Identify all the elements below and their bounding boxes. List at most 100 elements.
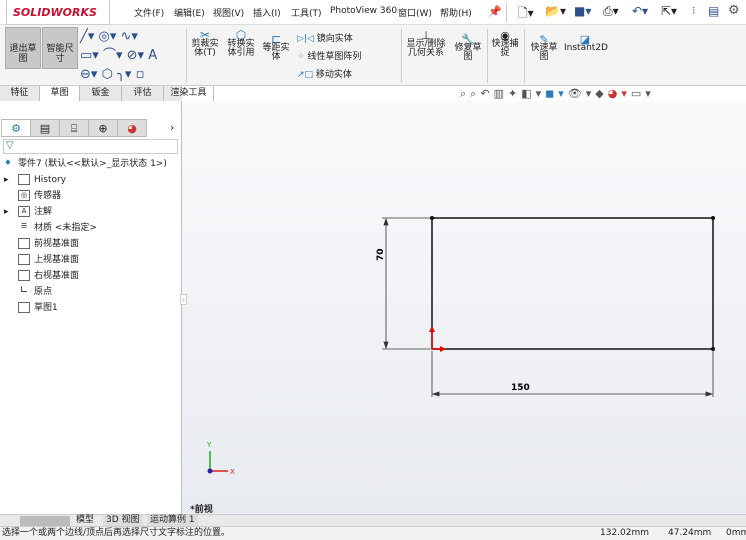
expand-arrow-icon[interactable]: ▸ [4, 204, 18, 220]
tree-item-sensors[interactable]: ◎ 传感器 [18, 188, 61, 204]
arc-icon[interactable]: ⌒▾ [103, 48, 123, 63]
sketch-vertices [430, 216, 715, 351]
height-dimension-text[interactable]: 70 [376, 248, 386, 261]
menu-tools[interactable]: 工具(T) [291, 6, 322, 19]
instant2d-button[interactable]: ◪ Instant2D [564, 34, 608, 53]
feature-tree-tab-icon[interactable]: ⚙ [1, 119, 31, 137]
tab-sketch[interactable]: 草图 [40, 86, 80, 101]
pin-icon[interactable]: 📌 [488, 5, 502, 18]
menu-file[interactable]: 文件(F) [134, 6, 164, 19]
tree-item-right-plane[interactable]: 右视基准面 [18, 268, 79, 284]
menu-view[interactable]: 视图(V) [213, 6, 244, 19]
tab-scroll-arrows[interactable] [20, 516, 70, 526]
edit-appearance-icon[interactable]: ◆ [595, 87, 607, 100]
smart-dimension-button[interactable]: 智能尺寸 [42, 27, 78, 69]
plane-icon [18, 270, 30, 281]
convert-label: 转换实体引用 [227, 39, 255, 58]
fillet-icon[interactable]: ╮▾ [117, 67, 131, 82]
property-manager-tab-icon[interactable]: ▤ [30, 119, 60, 137]
tree-item-front-plane[interactable]: 前视基准面 [18, 236, 79, 252]
divider [524, 29, 525, 83]
show-delete-relations-button[interactable]: ⊥ 显示/删除几何关系 [404, 30, 448, 58]
select-icon[interactable]: ⇱▾ [661, 4, 677, 18]
text-icon[interactable]: A [148, 48, 157, 63]
tab-features[interactable]: 特征 [0, 86, 40, 101]
circle-icon[interactable]: ◎▾ [99, 29, 117, 44]
width-dimension-text[interactable]: 150 [511, 383, 530, 393]
mirror-button[interactable]: ▷|◁ 镜向实体 [297, 30, 361, 48]
previous-view-icon[interactable]: ↶ [480, 87, 493, 100]
undo-icon[interactable]: ↶▾ [632, 4, 648, 18]
tab-evaluate[interactable]: 评估 [122, 86, 164, 101]
gear-icon[interactable]: ⚙ [728, 3, 740, 18]
tab-motion-study[interactable]: 运动算例 1 [147, 515, 198, 526]
scene-icon[interactable]: ◕▾ [608, 87, 631, 100]
repair-sketch-button[interactable]: 🔧 修复草图 [452, 34, 484, 62]
pattern-icon: ⁘ [297, 52, 305, 62]
tree-label: 上视基准面 [34, 255, 80, 265]
dimxpert-tab-icon[interactable]: ⊕ [88, 119, 118, 137]
hide-show-icon[interactable]: 👁▾ [568, 87, 596, 100]
tree-label: 传感器 [34, 191, 62, 201]
quick-snap-button[interactable]: ◉ 快速捕捉 [490, 30, 520, 58]
configuration-tab-icon[interactable]: ⌸ [59, 119, 89, 137]
move-button[interactable]: ↗□ 移动实体 [297, 66, 361, 84]
offset-entities-button[interactable]: ⊏ 等距实体 [260, 33, 292, 62]
print-icon[interactable]: ⎙▾ [603, 4, 619, 19]
menu-help[interactable]: 帮助(H) [440, 6, 472, 19]
tree-item-material[interactable]: ☰ 材质 <未指定> [18, 220, 97, 236]
ellipse-icon[interactable]: ⊘▾ [127, 48, 144, 63]
menu-insert[interactable]: 插入(I) [253, 6, 281, 19]
display-style-icon[interactable]: ◼▾ [545, 87, 568, 100]
view-settings-icon[interactable]: ▭▾ [631, 87, 655, 100]
tree-root[interactable]: ◆ 零件7 (默认<<默认>_显示状态 1>) [2, 156, 167, 172]
filter-input[interactable]: ▽ [3, 139, 178, 154]
open-icon[interactable]: 📂▾ [545, 4, 566, 18]
exit-sketch-button[interactable]: 退出草图 [5, 27, 41, 69]
slot-icon[interactable]: ⊖▾ [80, 67, 97, 82]
trim-button[interactable]: ✂ 剪裁实体(T) [190, 29, 220, 58]
save-icon[interactable]: ■▾ [574, 4, 591, 18]
point-icon[interactable]: ▫ [136, 67, 145, 82]
linear-pattern-button[interactable]: ⁘ 线性草图阵列 [297, 48, 361, 66]
tree-item-annotations[interactable]: ▸ A 注解 [4, 204, 52, 220]
tab-3d-view[interactable]: 3D 视图 [103, 515, 143, 526]
menu-window[interactable]: 窗口(W) [398, 6, 432, 19]
panel-collapse-handle[interactable]: › [180, 294, 188, 305]
tab-render-tools[interactable]: 渲染工具 [164, 86, 214, 101]
repair-label: 修复草图 [454, 43, 482, 62]
section-view-icon[interactable]: ▥ [494, 87, 508, 100]
menu-edit[interactable]: 编辑(E) [174, 6, 205, 19]
zoom-fit-icon[interactable]: ⌕ [460, 87, 470, 100]
chevron-right-icon[interactable]: › [170, 121, 174, 134]
convert-entities-button[interactable]: ⬡ 转换实体引用 [225, 29, 257, 58]
tree-item-origin[interactable]: ∟ 原点 [18, 284, 52, 300]
bottom-tabs: 模型 3D 视图 运动算例 1 [0, 514, 746, 526]
tree-item-history[interactable]: ▸ History [4, 172, 66, 188]
menu-photoview[interactable]: PhotoView 360 [330, 6, 397, 16]
traffic-light-icon[interactable]: ⁝ [692, 4, 696, 17]
polygon-icon[interactable]: ⬡ [102, 67, 113, 82]
zoom-area-icon[interactable]: ⌕ [470, 87, 480, 100]
sketch-rectangle[interactable] [431, 217, 714, 350]
appearance-tab-icon[interactable]: ◕ [117, 119, 147, 137]
rapid-sketch-button[interactable]: ✎ 快速草图 [528, 34, 560, 62]
graphics-area[interactable]: ⌕⌕↶▥✦◧▾◼▾👁▾◆◕▾▭▾ 70 150 YX *前视 › [180, 87, 746, 515]
rectangle-icon[interactable]: ▭▾ [80, 48, 99, 63]
status-message: 选择一个或两个边线/顶点后再选择尺寸文字标注的位置。 [2, 528, 231, 538]
view-orientation-icon[interactable]: ◧▾ [521, 87, 545, 100]
options-list-icon[interactable]: ▤ [708, 4, 719, 18]
expand-arrow-icon[interactable]: ▸ [4, 172, 18, 188]
tree-item-sketch1[interactable]: 草图1 [18, 300, 58, 316]
dynamic-annotation-icon[interactable]: ✦ [508, 87, 521, 100]
divider [487, 29, 488, 83]
height-dimension[interactable] [382, 217, 430, 350]
solidworks-logo[interactable]: SOLIDWORKS [6, 0, 110, 25]
line-icon[interactable]: ╱▾ [80, 29, 94, 44]
width-dimension[interactable] [431, 351, 714, 397]
tab-model[interactable]: 模型 [76, 515, 94, 526]
tree-item-top-plane[interactable]: 上视基准面 [18, 252, 79, 268]
tab-sheet-metal[interactable]: 钣金 [80, 86, 122, 101]
new-doc-icon[interactable]: 🗋▾ [518, 4, 534, 25]
spline-icon[interactable]: ∿▾ [121, 29, 138, 44]
